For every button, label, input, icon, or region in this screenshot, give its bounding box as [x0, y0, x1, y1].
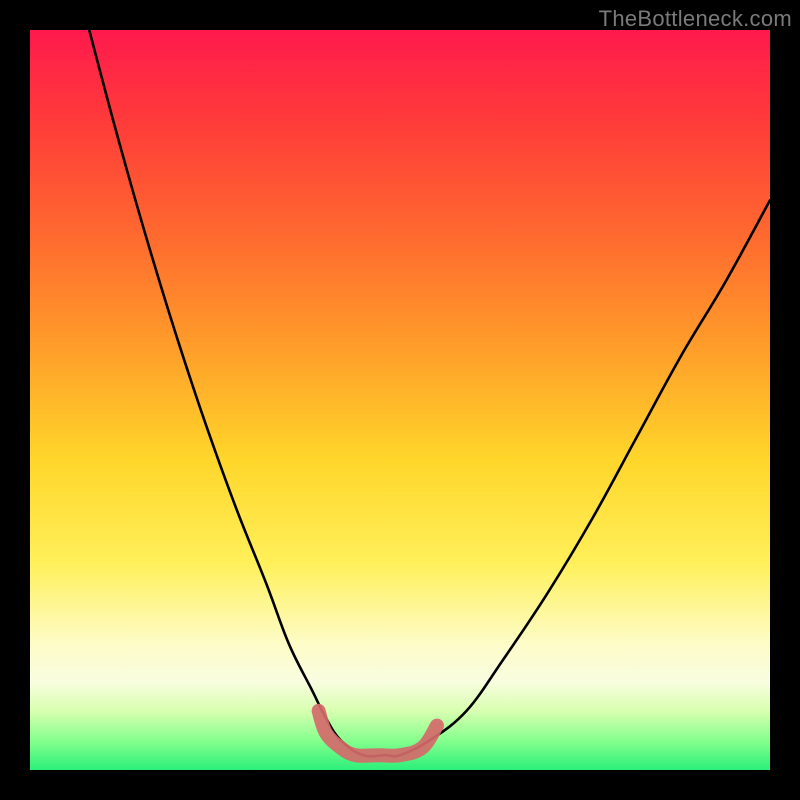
- black-curve: [89, 30, 770, 756]
- watermark-text: TheBottleneck.com: [599, 6, 792, 32]
- chart-canvas: [30, 30, 770, 770]
- chart-plot-area: [30, 30, 770, 770]
- chart-frame: TheBottleneck.com: [0, 0, 800, 800]
